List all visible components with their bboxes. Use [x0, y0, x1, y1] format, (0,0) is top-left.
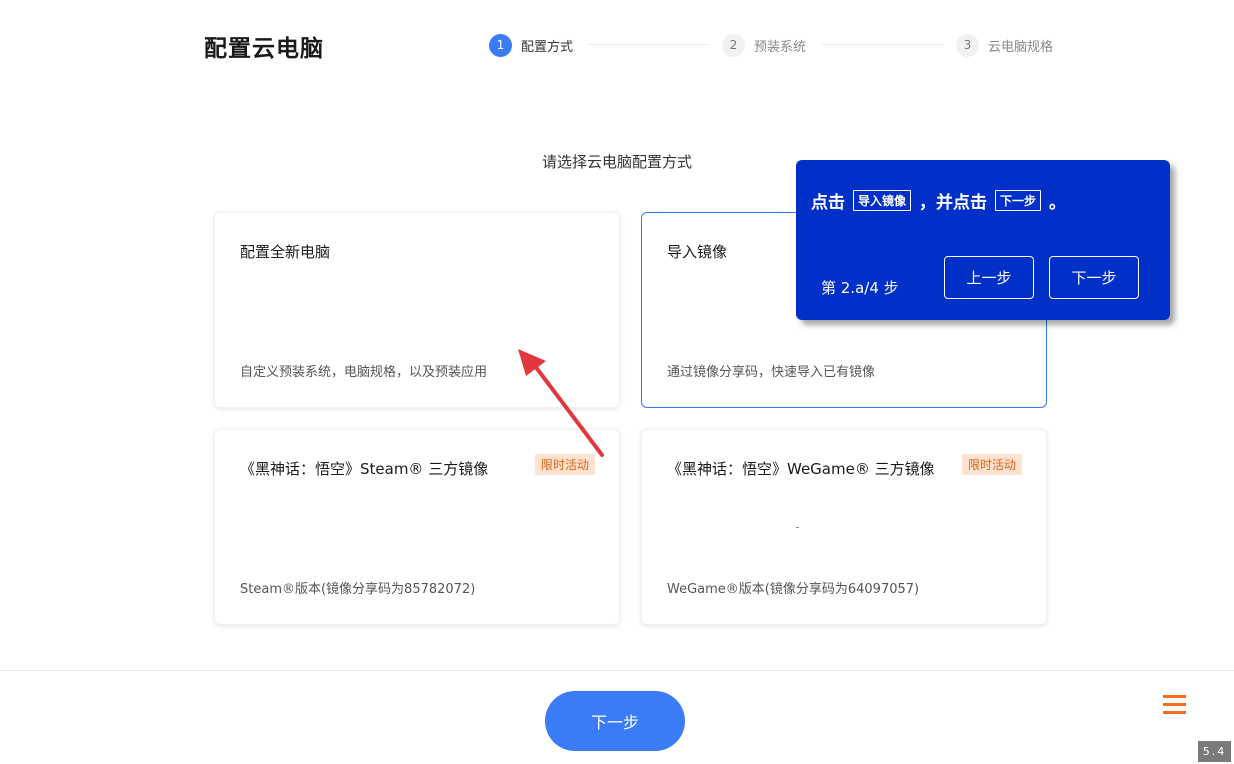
step-1: 1 配置方式: [489, 33, 573, 57]
next-step-button[interactable]: 下一步: [545, 691, 685, 751]
page: 配置云电脑 1 配置方式 2 预装系统 3 云电脑规格 请选择云电脑配置方式 配…: [0, 0, 1234, 764]
card-description: 自定义预装系统，电脑规格，以及预装应用: [240, 365, 488, 380]
stepper: 1 配置方式 2 预装系统 3 云电脑规格: [489, 33, 1069, 57]
step-label: 配置方式: [521, 39, 574, 55]
card-new-computer[interactable]: 配置全新电脑 自定义预装系统，电脑规格，以及预装应用: [214, 212, 620, 408]
card-wegame-image[interactable]: 《黑神话：悟空》WeGame® 三方镜像 限时活动 WeGame®版本(镜像分享…: [641, 429, 1047, 625]
tour-prev-button[interactable]: 上一步: [944, 256, 1034, 299]
step-label: 预装系统: [754, 39, 807, 55]
page-title: 配置云电脑: [204, 36, 324, 62]
tour-progress: 第 2.a/4 步: [821, 279, 899, 297]
card-description: 通过镜像分享码，快速导入已有镜像: [667, 365, 876, 380]
tour-next-button[interactable]: 下一步: [1049, 256, 1139, 299]
tour-key-import-image: 导入镜像: [853, 190, 912, 211]
step-number: 1: [489, 33, 512, 57]
step-number: 3: [956, 33, 979, 57]
step-3: 3 云电脑规格: [956, 33, 1053, 57]
card-title: 导入镜像: [667, 243, 728, 261]
card-steam-image[interactable]: 《黑神话：悟空》Steam® 三方镜像 限时活动 Steam®版本(镜像分享码为…: [214, 429, 620, 625]
card-title: 《黑神话：悟空》WeGame® 三方镜像: [667, 460, 935, 478]
hamburger-menu-icon[interactable]: [1163, 695, 1186, 715]
version-badge: 5.4: [1198, 741, 1231, 762]
step-connector: [822, 44, 944, 45]
promo-badge: 限时活动: [534, 454, 595, 475]
tour-text-suffix: 。: [1049, 193, 1067, 213]
step-connector: [589, 44, 709, 45]
tour-text-middle: ，并点击: [919, 193, 988, 213]
footer-divider: [0, 670, 1234, 671]
card-description: Steam®版本(镜像分享码为85782072): [240, 582, 476, 597]
promo-badge: 限时活动: [961, 454, 1022, 475]
card-title: 配置全新电脑: [240, 243, 331, 261]
step-label: 云电脑规格: [988, 39, 1054, 55]
tour-text-prefix: 点击: [811, 193, 845, 213]
tour-popover: 点击 导入镜像 ，并点击 下一步 。 第 2.a/4 步 上一步 下一步: [796, 160, 1170, 320]
step-number: 2: [722, 33, 745, 57]
card-title: 《黑神话：悟空》Steam® 三方镜像: [240, 460, 489, 478]
card-description: WeGame®版本(镜像分享码为64097057): [667, 582, 920, 597]
tour-key-next-step: 下一步: [995, 190, 1042, 211]
step-2: 2 预装系统: [722, 33, 806, 57]
tour-instruction: 点击 导入镜像 ，并点击 下一步 。: [811, 188, 1066, 213]
separator-dot: [796, 527, 799, 528]
